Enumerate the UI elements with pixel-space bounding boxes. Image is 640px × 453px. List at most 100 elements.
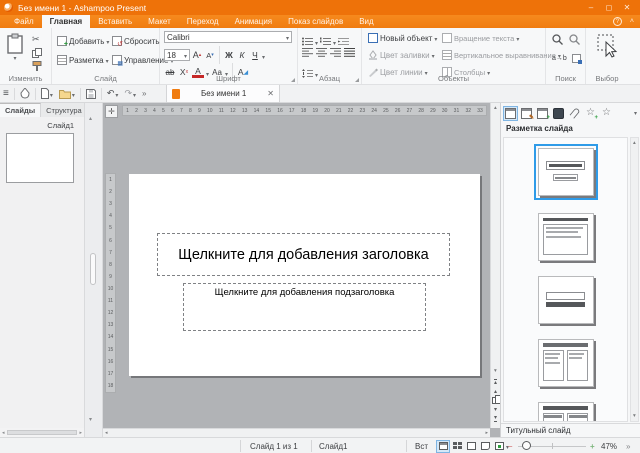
menu-insert[interactable]: Вставить — [90, 15, 140, 28]
menu-animation[interactable]: Анимация — [227, 15, 281, 28]
favorites-icon[interactable]: ☆ — [600, 107, 613, 120]
new-object-button[interactable]: Новый объект — [366, 32, 439, 44]
collapse-ribbon-icon[interactable]: ˄ — [630, 18, 634, 25]
subtitle-placeholder[interactable]: Щелкните для добавления подзаголовка — [183, 283, 426, 331]
menu-transition[interactable]: Переход — [179, 15, 227, 28]
save-button[interactable] — [83, 87, 99, 101]
zoom-in-button[interactable]: + — [590, 438, 595, 453]
toolbar-overflow-icon[interactable]: » — [139, 87, 149, 101]
layout-thumbnail-title-content[interactable] — [536, 211, 596, 263]
open-document-button[interactable] — [56, 87, 78, 101]
search-icon[interactable] — [552, 34, 563, 45]
fill-color-button[interactable]: Цвет заливки — [366, 49, 437, 61]
align-right-icon[interactable] — [330, 48, 341, 57]
replace-button[interactable]: a→b — [552, 55, 567, 62]
underline-button[interactable]: Ч — [249, 49, 261, 61]
scrollbar-thumb[interactable] — [7, 430, 78, 435]
last-slide-icon[interactable]: ▾ — [494, 415, 497, 422]
menu-view[interactable]: Вид — [351, 15, 381, 28]
align-left-icon[interactable] — [302, 48, 313, 57]
slide-thumbnail[interactable] — [6, 133, 74, 183]
format-painter-icon[interactable] — [32, 61, 42, 71]
font-dialog-launcher-icon[interactable] — [291, 78, 295, 82]
slideshow-view-icon[interactable] — [493, 441, 505, 452]
zoom-out-button[interactable]: – — [508, 438, 512, 453]
layout-thumbnail-title-slide[interactable] — [534, 144, 598, 200]
canvas-vscrollbar[interactable]: ▴ ▾ ▴ ▴ ▾ ▾ — [490, 103, 500, 428]
menu-home[interactable]: Главная — [42, 15, 91, 28]
statusbar-overflow-icon[interactable]: » — [626, 438, 630, 453]
zoom-slider-knob[interactable] — [522, 441, 531, 450]
splitter-grip[interactable] — [90, 253, 96, 285]
slide-reset-button[interactable]: Сбросить — [110, 35, 162, 47]
layout-thumbnail-section-header[interactable] — [536, 274, 596, 326]
slides-panel-hscrollbar[interactable]: ◂ ▸ — [0, 428, 84, 437]
add-layout-icon[interactable]: + — [536, 107, 549, 120]
italic-button[interactable]: К — [236, 49, 248, 61]
scroll-down-icon[interactable]: ▾ — [89, 416, 92, 423]
new-document-button[interactable] — [38, 87, 56, 101]
scroll-left-icon[interactable]: ◂ — [2, 430, 5, 436]
align-center-icon[interactable] — [316, 48, 327, 57]
document-tab[interactable]: Без имени 1 ✕ — [166, 85, 280, 103]
canvas-hscrollbar[interactable]: ◂ ▸ — [103, 428, 490, 437]
zoom-level-label[interactable]: 47% — [601, 438, 617, 453]
title-placeholder[interactable]: Щелкните для добавления заголовка — [157, 233, 450, 276]
edit-layout-icon[interactable]: ✎ — [520, 107, 533, 120]
toolbar-menu-icon[interactable]: ≡ — [0, 87, 12, 101]
text-rotation-button[interactable]: Вращение текста — [440, 32, 521, 44]
slide-add-button[interactable]: Добавить — [55, 35, 111, 47]
slide-layout-button[interactable]: Разметка — [55, 54, 111, 66]
reading-view-icon[interactable] — [479, 441, 491, 452]
copy-icon[interactable] — [32, 48, 42, 58]
scroll-left-icon[interactable]: ◂ — [105, 430, 108, 436]
cut-icon[interactable]: ✂ — [32, 34, 42, 45]
browse-slides-icon[interactable] — [492, 397, 499, 404]
previous-slide-icon[interactable]: ▴ — [494, 388, 497, 395]
scroll-up-icon[interactable]: ▴ — [89, 115, 92, 122]
undo-button[interactable]: ↶ — [104, 87, 122, 101]
slide-sorter-view-icon[interactable] — [451, 441, 463, 452]
paragraph-dialog-launcher-icon[interactable] — [355, 78, 359, 82]
normal-view-icon[interactable] — [437, 441, 449, 452]
minimize-button[interactable]: – — [582, 0, 600, 15]
style-picker-icon[interactable] — [17, 87, 33, 101]
maximize-button[interactable]: ◻ — [600, 0, 618, 15]
font-family-select[interactable]: Calibri — [164, 31, 292, 43]
help-icon[interactable]: ? — [613, 17, 622, 26]
close-button[interactable]: ✕ — [618, 0, 636, 15]
attachment-icon[interactable] — [568, 107, 581, 120]
panel-splitter[interactable]: ▴ ▾ — [85, 103, 103, 437]
scroll-right-icon[interactable]: ▸ — [485, 430, 488, 436]
menu-slideshow[interactable]: Показ слайдов — [280, 15, 351, 28]
grow-font-button[interactable]: А▴ — [191, 49, 203, 61]
add-favorite-icon[interactable]: ☆+ — [584, 107, 597, 120]
bullet-list-icon[interactable] — [302, 37, 313, 46]
ruler-origin-button[interactable]: ✛ — [105, 105, 118, 118]
bold-button[interactable]: Ж — [223, 49, 235, 61]
layout-thumbnail-two-content[interactable] — [536, 337, 596, 389]
scroll-up-icon[interactable]: ▴ — [633, 140, 636, 146]
menu-file[interactable]: Файл — [6, 15, 42, 28]
scroll-down-icon[interactable]: ▾ — [633, 413, 636, 419]
scroll-down-icon[interactable]: ▾ — [494, 368, 497, 374]
indent-icon[interactable] — [338, 37, 349, 46]
find-object-icon[interactable] — [572, 54, 581, 63]
scroll-right-icon[interactable]: ▸ — [79, 430, 82, 436]
align-justify-icon[interactable] — [344, 48, 355, 57]
tab-slides[interactable]: Слайды — [0, 103, 41, 117]
master-slide-icon[interactable] — [552, 107, 565, 120]
layout-list-scrollbar[interactable]: ▴ ▾ — [630, 137, 639, 422]
layouts-view-icon[interactable] — [504, 107, 517, 120]
scroll-up-icon[interactable]: ▴ — [494, 105, 497, 111]
tab-outline[interactable]: Структура — [41, 103, 88, 117]
next-slide-icon[interactable]: ▾ — [494, 406, 497, 413]
close-tab-icon[interactable]: ✕ — [267, 89, 274, 98]
vertical-align-button[interactable]: Вертикальное выравнивание — [440, 49, 563, 61]
redo-button[interactable]: ↷ — [121, 87, 139, 101]
menu-layout[interactable]: Макет — [140, 15, 179, 28]
layout-thumbnail-two-content-header[interactable] — [536, 400, 596, 422]
first-slide-icon[interactable]: ▴ — [494, 379, 497, 386]
paste-button[interactable]: ▾ — [6, 33, 24, 62]
notes-view-icon[interactable] — [465, 441, 477, 452]
